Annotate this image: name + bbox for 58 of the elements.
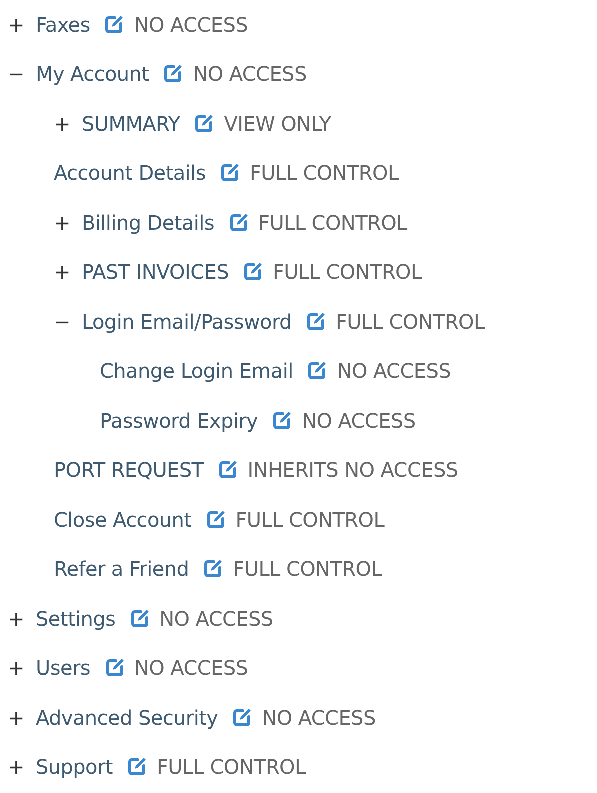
expand-toggle[interactable]: + (8, 706, 26, 730)
edit-icon[interactable] (163, 64, 184, 84)
permission-level: VIEW ONLY (224, 112, 332, 136)
permission-level: INHERITS NO ACCESS (248, 458, 458, 482)
tree-item-label[interactable]: SUMMARY (82, 112, 180, 136)
expand-toggle[interactable]: + (54, 210, 72, 235)
edit-icon[interactable] (206, 510, 226, 530)
edit-icon[interactable] (218, 460, 238, 480)
permission-level: FULL CONTROL (336, 310, 485, 334)
tree-item-label[interactable]: My Account (36, 62, 150, 86)
permission-level: NO ACCESS (134, 656, 248, 680)
edit-icon[interactable] (307, 361, 328, 382)
permission-level: NO ACCESS (193, 62, 307, 86)
edit-icon[interactable] (306, 312, 326, 332)
tree-item-label[interactable]: Billing Details (82, 210, 215, 235)
expand-toggle[interactable]: + (54, 260, 72, 284)
permission-level: NO ACCESS (134, 12, 248, 37)
edit-icon[interactable] (194, 114, 214, 134)
edit-icon[interactable] (220, 163, 240, 184)
expand-toggle[interactable]: + (54, 112, 72, 136)
expand-toggle[interactable]: + (8, 12, 26, 37)
tree-item-label[interactable]: Settings (36, 606, 116, 631)
edit-icon[interactable] (104, 14, 124, 35)
tree-item-label[interactable]: Advanced Security (36, 706, 218, 730)
permission-level: FULL CONTROL (156, 755, 306, 780)
tree-item-label[interactable]: Account Details (54, 161, 206, 186)
permission-level: NO ACCESS (160, 606, 274, 631)
tree-item-label[interactable]: Refer a Friend (54, 557, 190, 582)
permission-level: FULL CONTROL (233, 557, 382, 582)
permission-level: FULL CONTROL (236, 508, 385, 532)
expand-toggle[interactable]: + (8, 606, 26, 631)
tree-item-label[interactable]: PORT REQUEST (54, 458, 204, 482)
edit-icon[interactable] (104, 658, 125, 678)
tree-item-label[interactable]: Users (36, 656, 91, 680)
expand-toggle[interactable]: + (8, 656, 26, 680)
edit-icon[interactable] (272, 410, 292, 431)
edit-icon[interactable] (242, 262, 263, 282)
edit-icon[interactable] (203, 559, 224, 580)
expand-toggle[interactable]: − (8, 62, 26, 86)
edit-icon[interactable] (228, 212, 249, 233)
permission-level: NO ACCESS (302, 408, 416, 433)
tree-item-label[interactable]: Change Login Email (100, 359, 294, 384)
edit-icon[interactable] (232, 708, 252, 728)
tree-item-label[interactable]: PAST INVOICES (82, 260, 229, 284)
expand-toggle[interactable]: + (8, 755, 26, 780)
expand-toggle[interactable]: − (54, 310, 72, 334)
tree-item-label[interactable]: Faxes (36, 12, 90, 37)
permission-level: FULL CONTROL (250, 161, 399, 186)
permission-level: NO ACCESS (337, 359, 451, 384)
permission-level: NO ACCESS (262, 706, 376, 730)
permission-level: FULL CONTROL (272, 260, 422, 284)
tree-item-label[interactable]: Login Email/Password (82, 310, 292, 334)
permission-level: FULL CONTROL (258, 210, 408, 235)
edit-icon[interactable] (126, 757, 147, 778)
tree-item-label[interactable]: Support (36, 755, 113, 780)
tree-item-label[interactable]: Password Expiry (100, 408, 258, 433)
tree-item-label[interactable]: Close Account (54, 508, 192, 532)
edit-icon[interactable] (130, 608, 150, 629)
